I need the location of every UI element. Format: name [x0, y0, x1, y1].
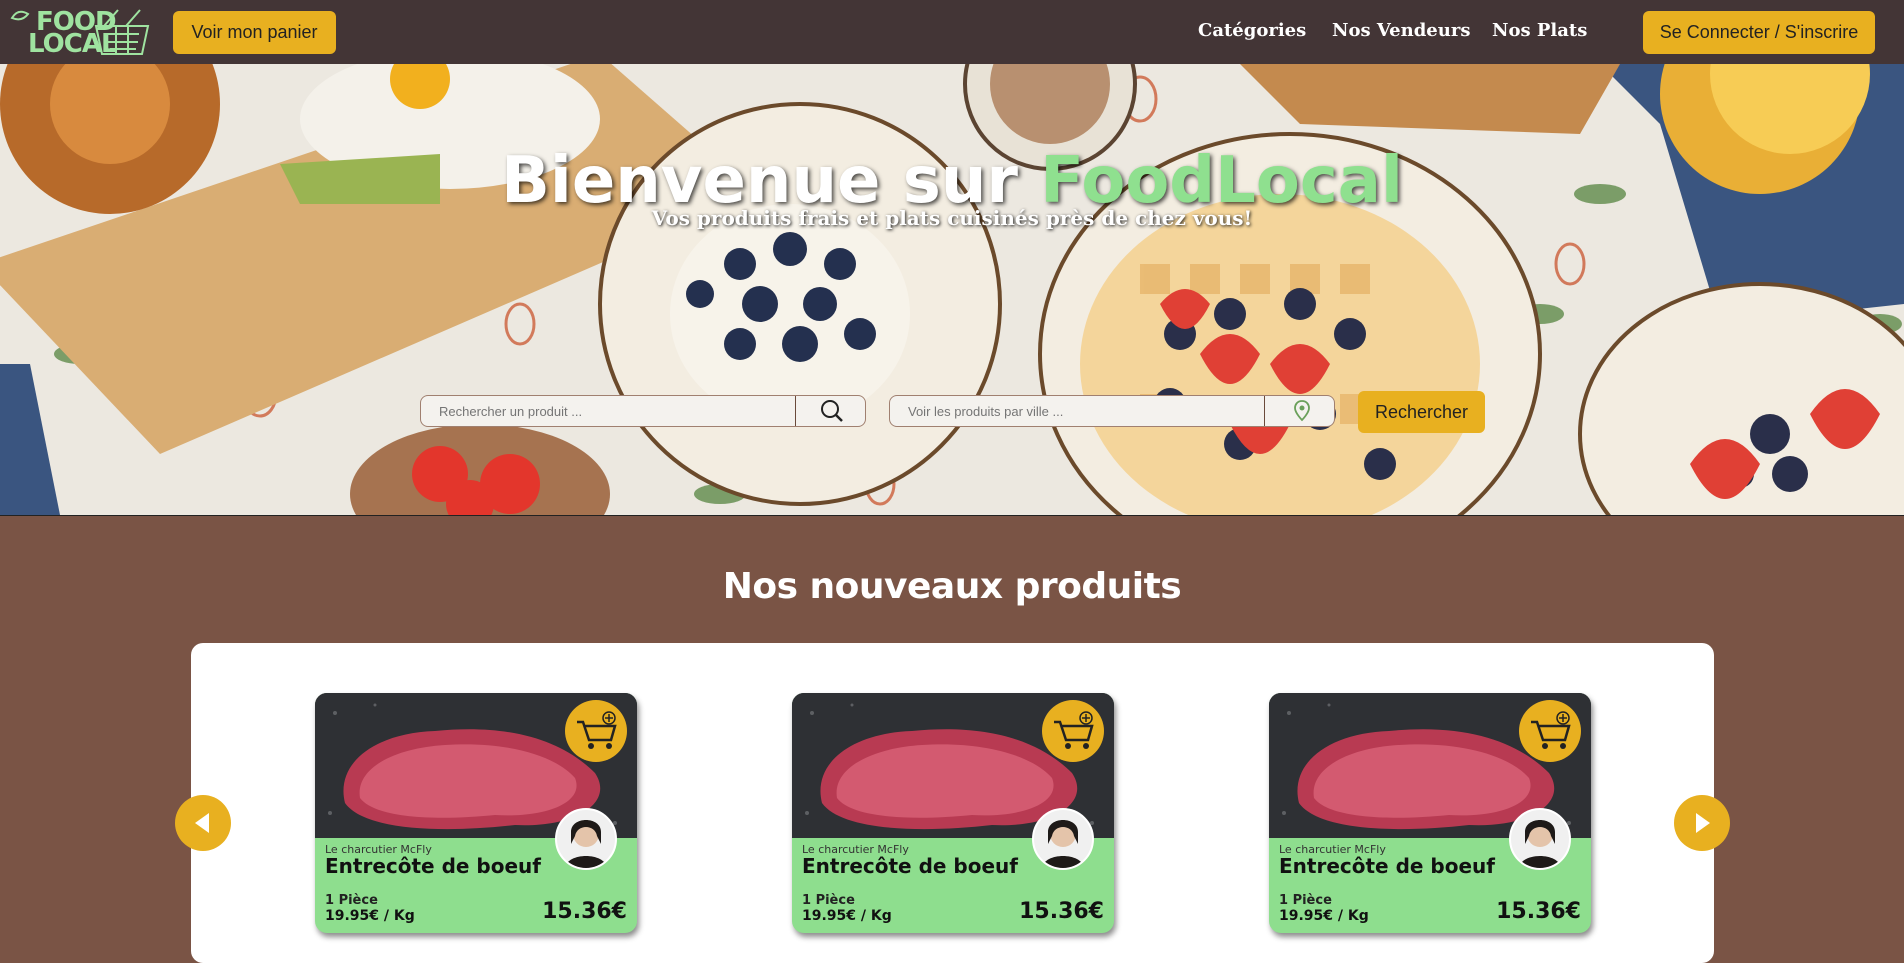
product-unit-price: 19.95€ / Kg — [1279, 908, 1369, 924]
cart-add-icon — [1054, 711, 1094, 749]
nav-link-vendors[interactable]: Nos Vendeurs — [1332, 20, 1470, 41]
product-card[interactable]: Le charcutier McFly Entrecôte de boeuf 1… — [1269, 693, 1591, 933]
logo-text-bottom: LOCAL — [28, 29, 118, 59]
product-search-input[interactable] — [421, 396, 801, 426]
hero-banner: Bienvenue sur FoodLocal Vos produits fra… — [0, 64, 1904, 516]
carousel-prev-button[interactable] — [175, 795, 231, 851]
cart-add-icon — [577, 711, 617, 749]
section-title: Nos nouveaux produits — [722, 566, 1182, 607]
navbar: FOOD LOCAL Voir mon panier Catégories No… — [0, 0, 1904, 65]
product-unit-price: 19.95€ / Kg — [325, 908, 415, 924]
nav-link-dishes[interactable]: Nos Plats — [1492, 20, 1587, 41]
product-unit-price: 19.95€ / Kg — [802, 908, 892, 924]
view-cart-button[interactable]: Voir mon panier — [173, 11, 336, 54]
vendor-avatar[interactable] — [1032, 808, 1094, 870]
product-name: Entrecôte de boeuf — [802, 854, 1018, 878]
carousel-next-button[interactable] — [1674, 795, 1730, 851]
add-to-cart-button[interactable] — [565, 700, 627, 762]
search-submit-button[interactable]: Rechercher — [1358, 391, 1485, 433]
product-price: 15.36€ — [542, 899, 627, 924]
product-card[interactable]: Le charcutier McFly Entrecôte de boeuf 1… — [315, 693, 637, 933]
location-pin-icon[interactable] — [1292, 399, 1312, 423]
hero-background-image — [0, 64, 1904, 515]
logo[interactable]: FOOD LOCAL — [8, 4, 153, 58]
product-quantity: 1 Pièce — [325, 893, 378, 908]
arrow-right-icon — [1696, 813, 1710, 833]
product-name: Entrecôte de boeuf — [325, 854, 541, 878]
add-to-cart-button[interactable] — [1042, 700, 1104, 762]
product-price: 15.36€ — [1496, 899, 1581, 924]
product-quantity: 1 Pièce — [802, 893, 855, 908]
vendor-avatar[interactable] — [1509, 808, 1571, 870]
product-search-box — [420, 395, 866, 427]
search-divider — [1264, 396, 1265, 426]
hero-subtitle: Vos produits frais et plats cuisinés prè… — [651, 206, 1253, 230]
product-quantity: 1 Pièce — [1279, 893, 1332, 908]
arrow-left-icon — [195, 813, 209, 833]
product-card[interactable]: Le charcutier McFly Entrecôte de boeuf 1… — [792, 693, 1114, 933]
search-divider — [795, 396, 796, 426]
product-name: Entrecôte de boeuf — [1279, 854, 1495, 878]
vendor-avatar[interactable] — [555, 808, 617, 870]
city-search-input[interactable] — [890, 396, 1270, 426]
add-to-cart-button[interactable] — [1519, 700, 1581, 762]
nav-link-categories[interactable]: Catégories — [1198, 20, 1306, 41]
cart-add-icon — [1531, 711, 1571, 749]
city-search-box — [889, 395, 1335, 427]
login-register-button[interactable]: Se Connecter / S'inscrire — [1643, 11, 1875, 54]
search-icon[interactable] — [819, 399, 845, 423]
product-price: 15.36€ — [1019, 899, 1104, 924]
